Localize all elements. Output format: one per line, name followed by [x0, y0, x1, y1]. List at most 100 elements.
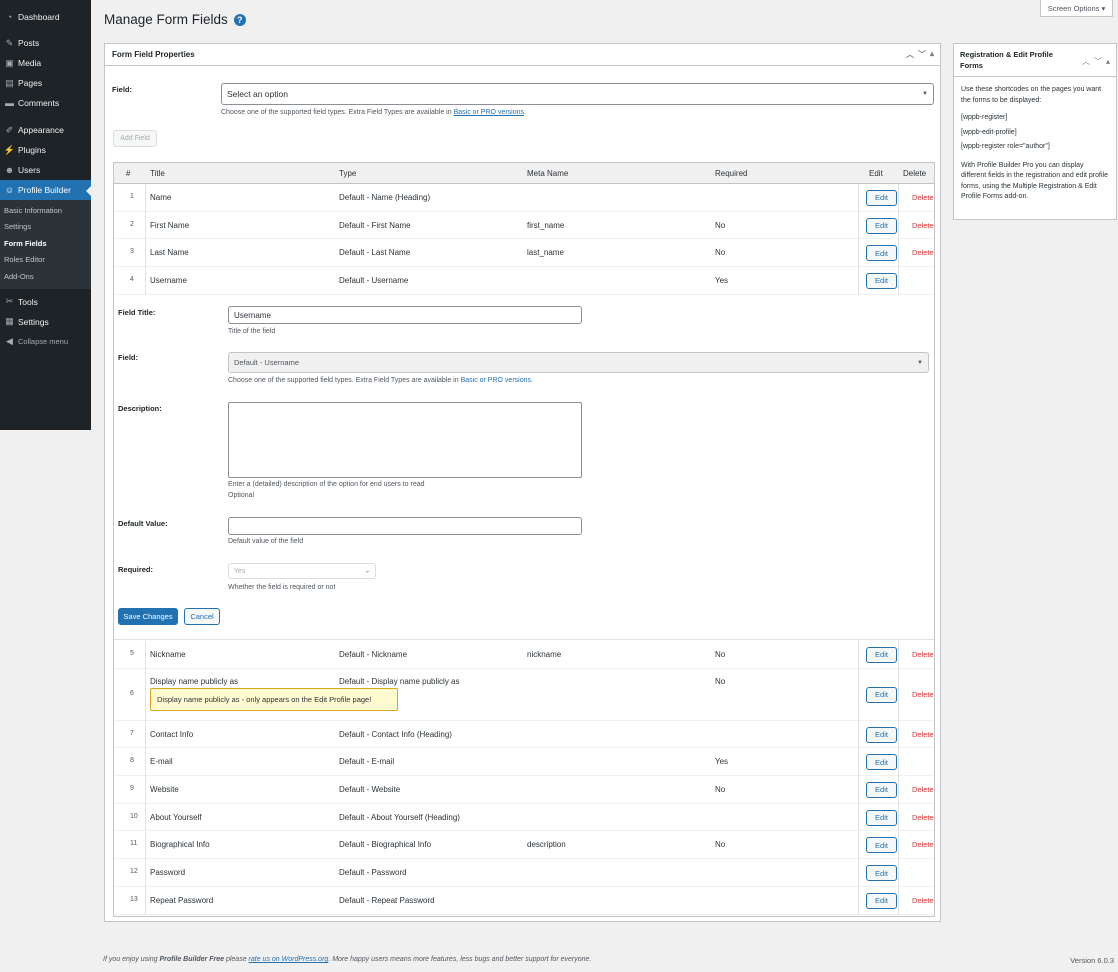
- column-divider: [898, 641, 899, 669]
- edit-field-type-select[interactable]: Default - Username ▼: [228, 352, 929, 373]
- submenu-item-roles-editor[interactable]: Roles Editor: [0, 252, 91, 269]
- sidebar-item-collapse-menu[interactable]: ◀ Collapse menu: [0, 332, 91, 352]
- sidebar-item-tools[interactable]: ✂ Tools: [0, 292, 91, 312]
- edit-button[interactable]: Edit: [866, 754, 897, 771]
- sidebar-item-dashboard[interactable]: ◔ Dashboard: [0, 7, 91, 27]
- row-title: E-mail: [150, 757, 173, 767]
- edit-button[interactable]: Edit: [866, 686, 897, 703]
- sidebar-item-media[interactable]: ▣ Media: [0, 53, 91, 73]
- edit-basic-pro-link[interactable]: Basic or PRO versions: [461, 377, 531, 384]
- edit-button[interactable]: Edit: [866, 781, 897, 798]
- col-header-required: Required: [715, 169, 748, 178]
- table-row: 10 About Yourself Default - About Yourself…: [114, 803, 934, 832]
- chevron-down-icon: ▼: [922, 91, 928, 97]
- sidebar-item-users[interactable]: ☻ Users: [0, 160, 91, 180]
- collapse-toggle-icon[interactable]: ▴: [930, 49, 934, 60]
- row-meta-name: nickname: [527, 649, 562, 659]
- sidebar-item-posts[interactable]: ✎ Posts: [0, 33, 91, 53]
- row-number: 11: [130, 840, 138, 848]
- edit-hint-text-end: .: [531, 377, 533, 384]
- sidebar-item-pages[interactable]: ▤ Pages: [0, 73, 91, 93]
- field-title-label: Field Title:: [118, 308, 156, 317]
- table-row: 4 Username Default - Username Yes Edit: [114, 267, 934, 295]
- help-icon[interactable]: ?: [233, 13, 246, 26]
- shortcode-register-author: [wppb-register role="author"]: [961, 143, 1050, 150]
- screen-options-button[interactable]: Screen Options ▾: [1040, 0, 1113, 17]
- move-down-icon[interactable]: ﹀: [1094, 56, 1102, 67]
- edit-button[interactable]: Edit: [866, 892, 897, 909]
- edit-button[interactable]: Edit: [866, 726, 897, 743]
- basic-pro-link[interactable]: Basic or PRO versions: [454, 109, 524, 116]
- row-required: Yes: [715, 275, 729, 285]
- collapse-toggle-icon[interactable]: ▴: [1106, 56, 1110, 67]
- sidebar-item-settings[interactable]: ▦ Settings: [0, 312, 91, 332]
- edit-field-type-hint: Choose one of the supported field types.…: [228, 377, 533, 384]
- fields-table: # Title Type Meta Name Required Edit Del…: [113, 162, 935, 917]
- move-up-icon[interactable]: ︿: [906, 49, 914, 60]
- row-type: Default - Repeat Password: [339, 895, 435, 905]
- edit-field-label: Field:: [118, 353, 138, 362]
- edit-button[interactable]: Edit: [866, 217, 897, 234]
- move-up-icon[interactable]: ︿: [1082, 56, 1090, 67]
- row-required: No: [715, 220, 726, 230]
- tools-icon: ✂: [5, 296, 14, 306]
- edit-button[interactable]: Edit: [866, 245, 897, 262]
- plugin-icon: ⚡: [3, 144, 16, 155]
- form-field-properties-panel: Form Field Properties ︿ ﹀ ▴ Field: Selec…: [104, 43, 941, 922]
- version-text: Version 6.0.3: [1070, 956, 1114, 965]
- delete-link[interactable]: Delete: [912, 840, 934, 849]
- required-select[interactable]: Yes ⌄: [228, 563, 376, 579]
- delete-link[interactable]: Delete: [912, 221, 934, 230]
- submenu-item-settings[interactable]: Settings: [0, 219, 91, 236]
- column-divider: [898, 211, 899, 240]
- column-divider: [898, 831, 899, 860]
- sidebar-item-appearance[interactable]: ✐ Appearance: [0, 120, 91, 140]
- delete-link[interactable]: Delete: [912, 650, 934, 659]
- row-number: 13: [130, 895, 138, 903]
- row-meta-name: description: [527, 840, 566, 850]
- delete-link[interactable]: Delete: [912, 248, 934, 257]
- row-number: 4: [130, 275, 134, 283]
- cancel-button[interactable]: Cancel: [184, 608, 220, 625]
- column-divider: [145, 803, 146, 832]
- add-field-button[interactable]: Add Field: [113, 130, 157, 147]
- delete-link[interactable]: Delete: [912, 896, 934, 905]
- delete-link[interactable]: Delete: [912, 813, 934, 822]
- edit-button[interactable]: Edit: [866, 189, 897, 206]
- column-divider: [898, 803, 899, 832]
- delete-link[interactable]: Delete: [912, 730, 934, 739]
- sidebar-item-label: Posts: [18, 38, 40, 48]
- edit-button[interactable]: Edit: [866, 809, 897, 826]
- edit-field-type-value: Default - Username: [234, 358, 300, 367]
- rate-us-link[interactable]: rate us on WordPress.org: [249, 956, 329, 963]
- sidebar-item-label: Collapse menu: [18, 337, 69, 346]
- delete-link[interactable]: Delete: [912, 193, 934, 202]
- column-divider: [145, 184, 146, 212]
- description-textarea[interactable]: [228, 402, 582, 478]
- field-label: Field:: [112, 85, 132, 94]
- delete-link[interactable]: Delete: [912, 785, 934, 794]
- move-down-icon[interactable]: ﹀: [918, 49, 926, 60]
- field-type-select[interactable]: Select an option ▼: [221, 83, 934, 105]
- row-number: 7: [130, 729, 134, 737]
- sidebar-item-comments[interactable]: ▬ Comments: [0, 93, 91, 113]
- submenu-item-basic-information[interactable]: Basic Information: [0, 202, 91, 219]
- column-divider: [858, 184, 859, 212]
- sidebar-item-profile-builder[interactable]: ☺ Profile Builder: [0, 180, 91, 200]
- table-row: 12 Password Default - Password Edit: [114, 859, 934, 887]
- sidebar-item-plugins[interactable]: ⚡ Plugins: [0, 140, 91, 160]
- field-title-input[interactable]: Username: [228, 306, 582, 324]
- row-type: Default - Nickname: [339, 649, 408, 659]
- users-icon: ☻: [4, 165, 15, 175]
- save-changes-button[interactable]: Save Changes: [118, 608, 178, 625]
- table-header: # Title Type Meta Name Required Edit Del…: [114, 163, 934, 184]
- sidebar-item-label: Appearance: [18, 125, 64, 135]
- submenu-item-add-ons[interactable]: Add-Ons: [0, 268, 91, 285]
- edit-button[interactable]: Edit: [866, 272, 897, 289]
- default-value-input[interactable]: [228, 517, 582, 535]
- delete-link[interactable]: Delete: [912, 690, 934, 699]
- edit-button[interactable]: Edit: [866, 646, 897, 663]
- edit-button[interactable]: Edit: [866, 865, 897, 882]
- submenu-item-form-fields[interactable]: Form Fields: [0, 235, 91, 252]
- edit-button[interactable]: Edit: [866, 837, 897, 854]
